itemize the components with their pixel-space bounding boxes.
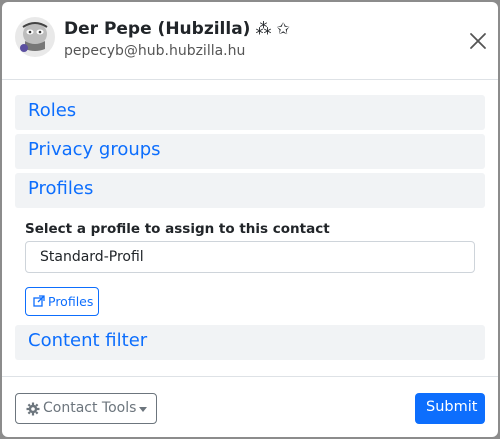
section-roles[interactable]: Roles bbox=[15, 95, 485, 130]
contact-name: Der Pepe (Hubzilla) ⁂ ✩ bbox=[64, 19, 290, 39]
profile-select[interactable]: Standard-Profil bbox=[25, 241, 475, 273]
modal-footer: Contact Tools Submit bbox=[2, 376, 498, 437]
profile-select-value: Standard-Profil bbox=[40, 249, 144, 265]
contact-edit-modal: Der Pepe (Hubzilla) ⁂ ✩ pepecyb@hub.hubzi… bbox=[2, 2, 498, 437]
contact-address: pepecyb@hub.hubzilla.hu bbox=[64, 43, 246, 59]
section-roles-label[interactable]: Roles bbox=[28, 100, 76, 121]
close-button[interactable] bbox=[466, 29, 490, 53]
caret-down-icon bbox=[139, 407, 147, 412]
modal-header: Der Pepe (Hubzilla) ⁂ ✩ pepecyb@hub.hubzi… bbox=[2, 2, 498, 80]
submit-label: Submit bbox=[426, 399, 478, 415]
modal-body: Roles Privacy groups Profiles Select a p… bbox=[2, 81, 498, 376]
submit-button[interactable]: Submit bbox=[415, 393, 485, 424]
contact-name-text: Der Pepe (Hubzilla) bbox=[64, 19, 251, 39]
section-privacy-groups-label[interactable]: Privacy groups bbox=[28, 139, 161, 160]
profiles-link-label: Profiles bbox=[48, 294, 94, 309]
profiles-link-button[interactable]: Profiles bbox=[25, 287, 99, 316]
gear-icon bbox=[26, 402, 40, 416]
section-profiles[interactable]: Profiles bbox=[15, 173, 485, 208]
avatar bbox=[15, 17, 55, 57]
contact-tools-dropdown[interactable]: Contact Tools bbox=[15, 393, 157, 424]
contact-tools-label: Contact Tools bbox=[43, 400, 137, 416]
section-privacy-groups[interactable]: Privacy groups bbox=[15, 134, 485, 169]
section-profiles-label[interactable]: Profiles bbox=[28, 178, 93, 199]
profile-select-label: Select a profile to assign to this conta… bbox=[25, 221, 330, 237]
close-icon bbox=[470, 33, 486, 49]
external-link-icon bbox=[33, 295, 45, 307]
section-content-filter-label[interactable]: Content filter bbox=[28, 330, 147, 351]
section-content-filter[interactable]: Content filter bbox=[15, 325, 485, 360]
contact-badges: ⁂ ✩ bbox=[255, 19, 290, 38]
